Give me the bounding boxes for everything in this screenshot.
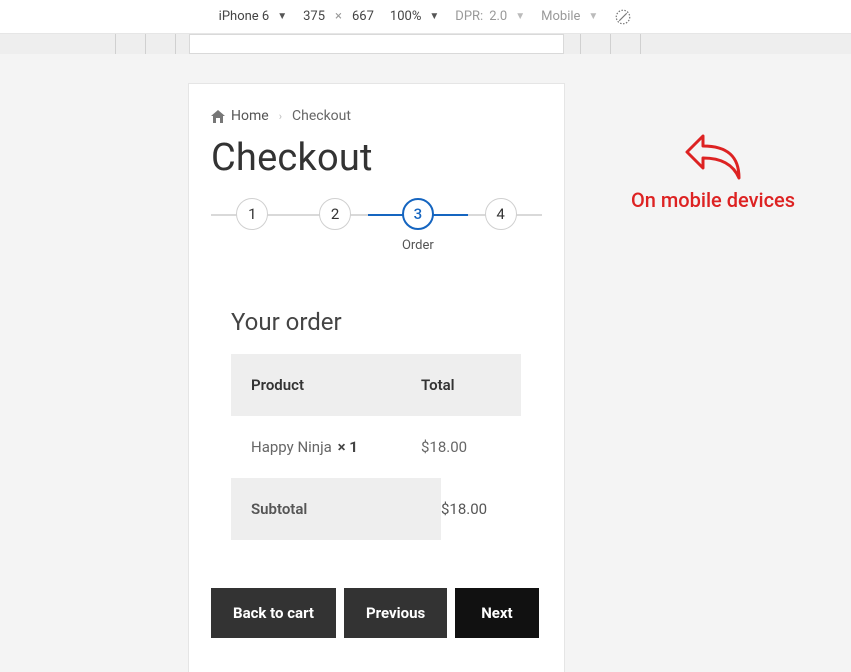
arrow-reply-icon <box>681 128 745 182</box>
order-item-name: Happy Ninja <box>251 438 332 456</box>
order-subtotal-row: Subtotal $18.00 <box>231 478 521 540</box>
next-button[interactable]: Next <box>455 588 538 638</box>
breadcrumb-home[interactable]: Home <box>211 108 269 124</box>
dim-x-icon: × <box>335 9 342 24</box>
home-icon <box>211 110 225 123</box>
chevron-right-icon: › <box>279 110 282 123</box>
order-item-qty: × 1 <box>338 438 358 456</box>
caret-down-icon: ▼ <box>429 11 439 22</box>
annotation-text: On mobile devices <box>588 188 838 212</box>
subtotal-value: $18.00 <box>441 478 521 540</box>
step-4[interactable]: 4 <box>485 198 517 230</box>
header-total: Total <box>421 376 501 394</box>
dim-width[interactable]: 375 <box>303 9 325 24</box>
order-section-title: Your order <box>231 308 542 336</box>
breadcrumb-home-label: Home <box>231 108 269 124</box>
order-item-price: $18.00 <box>421 438 501 456</box>
page-title: Checkout <box>211 136 542 180</box>
order-item-name-cell: Happy Ninja × 1 <box>251 438 421 456</box>
mode-select[interactable]: Mobile ▼ <box>541 9 598 24</box>
step-3-label: Order <box>402 238 434 253</box>
mode-value: Mobile <box>541 9 580 24</box>
device-select[interactable]: iPhone 6 ▼ <box>219 9 287 24</box>
caret-down-icon: ▼ <box>515 11 525 22</box>
order-table: Product Total Happy Ninja × 1 $18.00 Sub… <box>231 354 521 540</box>
annotation: On mobile devices <box>588 128 838 212</box>
order-table-header: Product Total <box>231 354 521 416</box>
header-product: Product <box>251 376 421 394</box>
button-row: Back to cart Previous Next <box>211 588 542 638</box>
canvas: On mobile devices Home › Checkout Checko… <box>0 54 851 672</box>
dimensions: 375 × 667 <box>303 9 374 24</box>
device-frame: Home › Checkout Checkout 1 2 3 Order 4 Y… <box>189 84 564 672</box>
rotate-icon[interactable] <box>614 8 632 26</box>
dpr-value: 2.0 <box>489 9 507 24</box>
breadcrumb: Home › Checkout <box>211 108 542 124</box>
previous-button[interactable]: Previous <box>344 588 447 638</box>
back-to-cart-button[interactable]: Back to cart <box>211 588 336 638</box>
zoom-select[interactable]: 100% ▼ <box>390 9 439 24</box>
caret-down-icon: ▼ <box>277 11 287 22</box>
ruler <box>0 34 851 54</box>
device-name: iPhone 6 <box>219 9 270 24</box>
devtools-device-toolbar: iPhone 6 ▼ 375 × 667 100% ▼ DPR: 2.0 ▼ M… <box>0 0 851 34</box>
breadcrumb-current: Checkout <box>292 108 351 124</box>
checkout-stepper: 1 2 3 Order 4 <box>211 198 542 258</box>
step-1[interactable]: 1 <box>236 198 268 230</box>
order-item-row: Happy Ninja × 1 $18.00 <box>231 416 521 478</box>
caret-down-icon: ▼ <box>588 11 598 22</box>
dpr-label: DPR: <box>455 9 483 24</box>
zoom-value: 100% <box>390 9 421 24</box>
subtotal-label: Subtotal <box>231 478 441 540</box>
step-3[interactable]: 3 <box>402 198 434 230</box>
step-2[interactable]: 2 <box>319 198 351 230</box>
dpr-select[interactable]: DPR: 2.0 ▼ <box>455 9 525 24</box>
dim-height[interactable]: 667 <box>352 9 374 24</box>
